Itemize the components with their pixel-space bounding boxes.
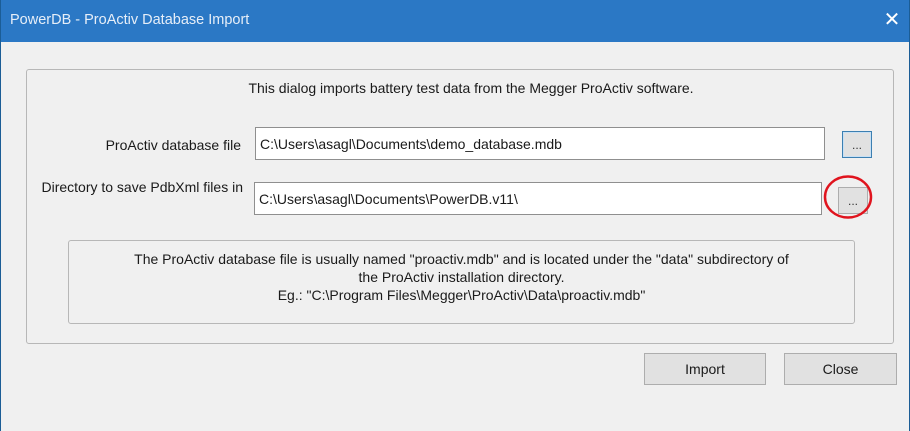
browse-directory-button[interactable]: ... bbox=[838, 187, 868, 214]
browse-database-button[interactable]: ... bbox=[842, 131, 872, 158]
window-title: PowerDB - ProActiv Database Import bbox=[10, 12, 250, 28]
save-directory-label: Directory to save PdbXml files in bbox=[41, 179, 243, 195]
database-file-input[interactable] bbox=[255, 127, 825, 160]
note-line-3: Eg.: "C:\Program Files\Megger\ProActiv\D… bbox=[277, 287, 646, 303]
close-button[interactable]: Close bbox=[784, 353, 897, 385]
intro-text: This dialog imports battery test data fr… bbox=[248, 80, 694, 96]
close-icon[interactable]: ✕ bbox=[881, 9, 903, 31]
note-line-2: the ProActiv installation directory. bbox=[358, 269, 565, 285]
note-line-1: The ProActiv database file is usually na… bbox=[134, 251, 789, 267]
database-file-label: ProActiv database file bbox=[105, 137, 241, 153]
title-bar[interactable]: PowerDB - ProActiv Database Import ✕ bbox=[1, 0, 909, 42]
import-dialog-window: PowerDB - ProActiv Database Import ✕ Thi… bbox=[0, 0, 910, 431]
save-directory-input[interactable] bbox=[254, 182, 822, 215]
import-button[interactable]: Import bbox=[644, 353, 766, 385]
